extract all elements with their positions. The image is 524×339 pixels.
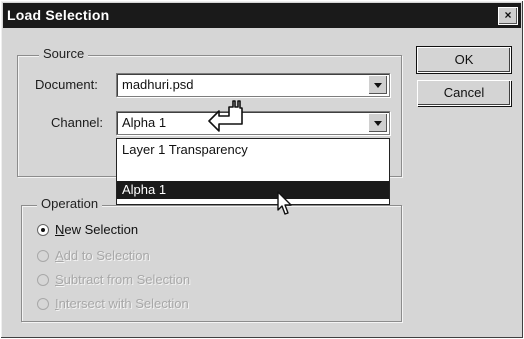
dropdown-option-layer-1-transparency[interactable]: Layer 1 Transparency <box>117 141 389 159</box>
radio-icon[interactable] <box>37 274 49 286</box>
title-bar: Load Selection × <box>3 3 521 28</box>
ok-button[interactable]: OK <box>417 47 511 73</box>
radio-label-subtract-from-selection: Subtract from Selection <box>55 272 191 287</box>
document-select[interactable]: madhuri.psd <box>116 73 390 97</box>
close-button[interactable]: × <box>498 7 518 25</box>
load-selection-dialog: Load Selection × Source Document: madhur… <box>0 0 524 339</box>
close-icon: × <box>504 8 512 22</box>
radio-icon[interactable] <box>37 250 49 262</box>
arrow-cursor-icon <box>277 191 292 215</box>
chevron-down-icon[interactable] <box>368 75 388 95</box>
radio-label-new-selection: New Selection <box>55 222 139 237</box>
radio-icon[interactable] <box>37 298 49 310</box>
channel-select[interactable]: Alpha 1 <box>116 111 390 135</box>
radio-checked-icon[interactable] <box>37 224 49 236</box>
channel-label: Channel: <box>51 115 104 130</box>
dropdown-option-alpha-1[interactable]: Alpha 1 <box>117 181 389 199</box>
operation-group-title: Operation <box>37 196 103 211</box>
document-label: Document: <box>35 77 98 92</box>
radio-label-intersect-with-selection: Intersect with Selection <box>55 296 189 311</box>
radio-label-add-to-selection: Add to Selection <box>55 248 150 263</box>
pointing-hand-cursor-icon <box>208 100 243 132</box>
chevron-down-icon[interactable] <box>368 113 388 133</box>
source-group-title: Source <box>39 46 89 61</box>
cancel-button[interactable]: Cancel <box>417 80 511 106</box>
channel-value: Alpha 1 <box>122 115 167 130</box>
document-value: madhuri.psd <box>122 77 194 92</box>
channel-dropdown-list: Layer 1 Transparency Alpha 1 <box>116 138 390 205</box>
dialog-title: Load Selection <box>7 7 110 23</box>
